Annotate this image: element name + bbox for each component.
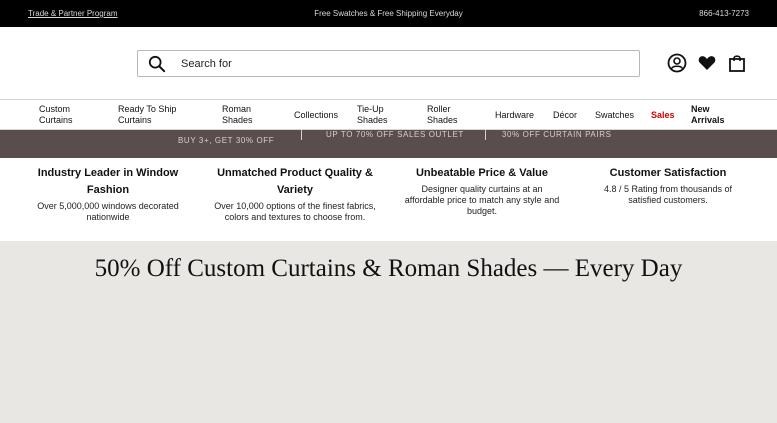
nav-collections[interactable]: Collections bbox=[294, 110, 338, 121]
phone-number[interactable]: 866-413-7273 bbox=[699, 9, 749, 18]
site-header: Search for bbox=[0, 27, 777, 99]
nav-hardware[interactable]: Hardware bbox=[495, 110, 534, 121]
promo-banner[interactable]: BUY 3+, GET 30% OFF UP TO 70% OFF SALES … bbox=[0, 130, 777, 158]
nav-swatches[interactable]: Swatches bbox=[595, 110, 634, 121]
nav-sales[interactable]: Sales bbox=[651, 110, 675, 121]
nav-tie-up-shades[interactable]: Tie-Up Shades bbox=[357, 104, 397, 126]
hero-title: 50% Off Custom Curtains & Roman Shades —… bbox=[94, 255, 683, 282]
feature-title: Customer Satisfaction bbox=[609, 167, 727, 179]
cart-bag-icon[interactable] bbox=[727, 53, 747, 73]
account-icon[interactable] bbox=[667, 53, 687, 73]
search-input[interactable]: Search for bbox=[181, 58, 232, 70]
search-icon[interactable] bbox=[148, 55, 166, 73]
nav-custom-curtains[interactable]: Custom Curtains bbox=[39, 104, 94, 126]
feature-description: Designer quality curtains at an affordab… bbox=[404, 184, 560, 216]
feature-title: Unbeatable Price & Value bbox=[415, 167, 549, 179]
promo-offer-pairs[interactable]: 30% OFF CURTAIN PAIRS bbox=[502, 130, 612, 139]
feature-price-value: Unbeatable Price & Value Designer qualit… bbox=[404, 165, 560, 217]
feature-description: 4.8 / 5 Rating from thousands of satisfi… bbox=[603, 184, 733, 205]
feature-description: Over 5,000,000 windows decorated nationw… bbox=[37, 201, 179, 222]
nav-decor[interactable]: Décor bbox=[553, 110, 577, 121]
wishlist-heart-icon[interactable] bbox=[697, 53, 717, 73]
nav-new-arrivals[interactable]: New Arrivals bbox=[691, 104, 731, 126]
nav-ready-to-ship[interactable]: Ready To Ship Curtains bbox=[118, 104, 190, 126]
feature-industry-leader: Industry Leader in Window Fashion Over 5… bbox=[30, 165, 186, 223]
feature-customer-satisfaction: Customer Satisfaction 4.8 / 5 Rating fro… bbox=[594, 165, 742, 206]
feature-product-quality: Unmatched Product Quality & Variety Over… bbox=[214, 165, 376, 223]
feature-title: Unmatched Product Quality & Variety bbox=[217, 167, 373, 196]
top-announcement-bar: Trade & Partner Program Free Swatches & … bbox=[0, 0, 777, 27]
feature-title: Industry Leader in Window Fashion bbox=[37, 167, 179, 196]
promo-offer-bulk[interactable]: BUY 3+, GET 30% OFF bbox=[178, 136, 274, 145]
main-navigation: Custom Curtains Ready To Ship Curtains R… bbox=[0, 99, 777, 130]
nav-roman-shades[interactable]: Roman Shades bbox=[222, 104, 262, 126]
feature-description: Over 10,000 options of the finest fabric… bbox=[214, 201, 376, 222]
nav-roller-shades[interactable]: Roller Shades bbox=[427, 104, 467, 126]
header-icons bbox=[667, 53, 747, 73]
promo-divider bbox=[301, 130, 302, 140]
search-box[interactable]: Search for bbox=[137, 50, 640, 77]
hero-section[interactable]: 50% Off Custom Curtains & Roman Shades —… bbox=[0, 241, 777, 423]
shipping-announcement: Free Swatches & Free Shipping Everyday bbox=[314, 9, 463, 18]
value-props: Industry Leader in Window Fashion Over 5… bbox=[0, 158, 777, 241]
promo-offer-outlet[interactable]: UP TO 70% OFF SALES OUTLET bbox=[326, 130, 464, 139]
promo-divider bbox=[485, 130, 486, 140]
